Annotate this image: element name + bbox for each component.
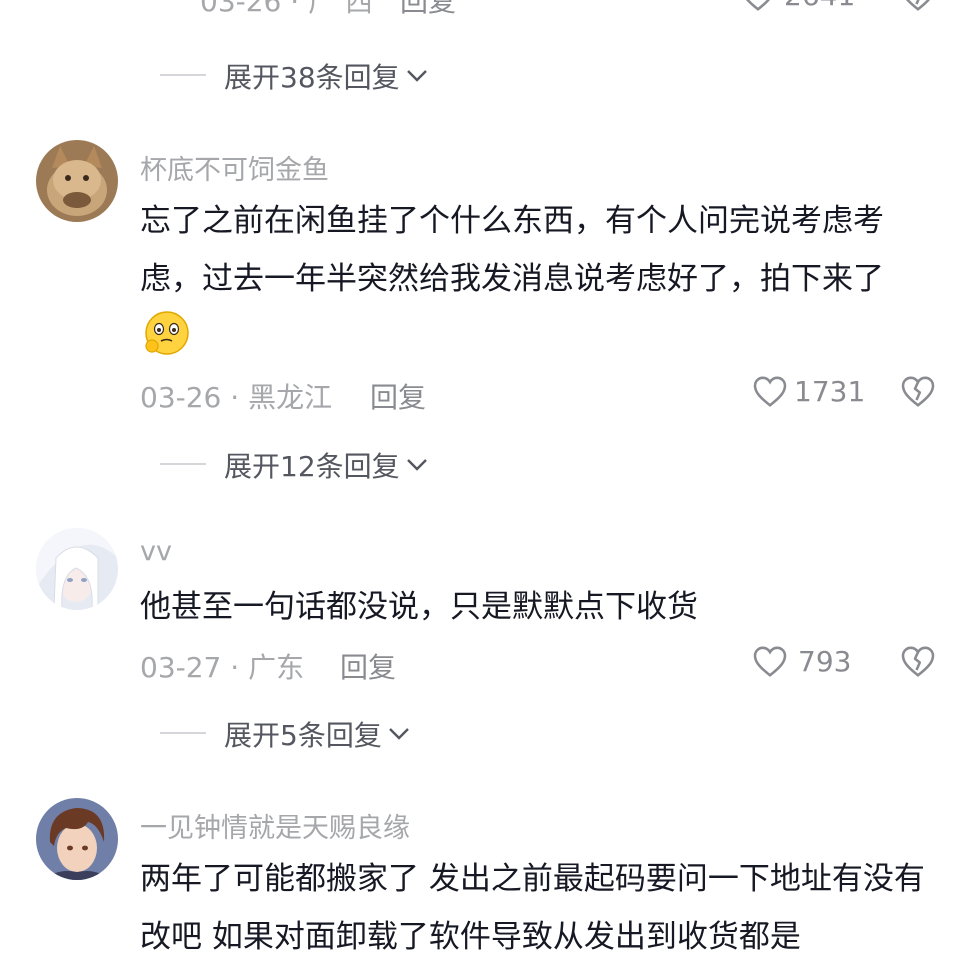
reply-button[interactable]: 回复 (340, 646, 396, 686)
expand-replies-button[interactable]: 展开38条回复 (224, 56, 428, 96)
expand-replies-label: 展开5条回复 (224, 719, 382, 752)
like-count: 2641 (784, 0, 855, 12)
broken-heart-icon (906, 0, 930, 11)
like-button[interactable]: 1731 (752, 374, 865, 408)
comment-text: 两年了可能都搬家了 发出之前最起码要问一下地址有没有改吧 如果对面卸载了软件导致… (140, 861, 925, 955)
like-count: 1731 (794, 374, 866, 408)
expand-divider (160, 732, 206, 734)
broken-heart-icon (901, 646, 935, 677)
cat-avatar (36, 140, 118, 222)
user-avatar[interactable] (36, 140, 118, 222)
user-avatar[interactable] (36, 528, 118, 610)
comment-date-location: 03-26 · 广 西 (200, 0, 373, 18)
expand-replies-button[interactable]: 展开5条回复 (224, 714, 410, 754)
anime-boy-avatar (36, 798, 118, 880)
expand-divider (160, 463, 206, 465)
expand-replies-label: 展开12条回复 (224, 450, 400, 483)
heart-icon (746, 0, 770, 11)
like-count: 793 (798, 644, 852, 678)
dislike-button[interactable] (900, 374, 936, 412)
comment-username[interactable]: vv (140, 536, 172, 567)
expand-replies-button[interactable]: 展开12条回复 (224, 445, 428, 485)
comment-body: 忘了之前在闲鱼挂了个什么东西，有个人问完说考虑考虑，过去一年半突然给我发消息说考… (140, 203, 884, 297)
anime-girl-avatar (36, 528, 118, 610)
dislike-button[interactable] (900, 644, 936, 682)
heart-icon (753, 646, 787, 677)
comment-date-location: 03-26 · 黑龙江 (140, 381, 333, 414)
comment-username[interactable]: 一见钟情就是天赐良缘 (140, 806, 410, 845)
thinking-face-emoji (142, 308, 192, 358)
comment-text: 忘了之前在闲鱼挂了个什么东西，有个人问完说考虑考虑，过去一年半突然给我发消息说考… (140, 192, 930, 367)
chevron-down-icon (406, 459, 427, 471)
chevron-down-icon (388, 728, 409, 740)
comment-username[interactable]: 杯底不可饲金鱼 (140, 148, 329, 187)
comment-date-location: 03-27 · 广东 (140, 651, 305, 684)
dislike-button[interactable] (900, 0, 936, 16)
reply-button[interactable]: 回复 (370, 376, 426, 416)
heart-icon (753, 376, 787, 407)
chevron-down-icon (406, 70, 427, 82)
comment-text: 他甚至一句话都没说，只是默默点下收货 (140, 589, 698, 625)
user-avatar[interactable] (36, 798, 118, 880)
expand-divider (160, 74, 206, 76)
like-button[interactable]: 793 (752, 644, 851, 678)
expand-replies-label: 展开38条回复 (224, 61, 400, 94)
broken-heart-icon (901, 376, 935, 407)
reply-button[interactable]: 回复 (400, 0, 456, 20)
like-button[interactable]: 2641 (740, 0, 855, 12)
